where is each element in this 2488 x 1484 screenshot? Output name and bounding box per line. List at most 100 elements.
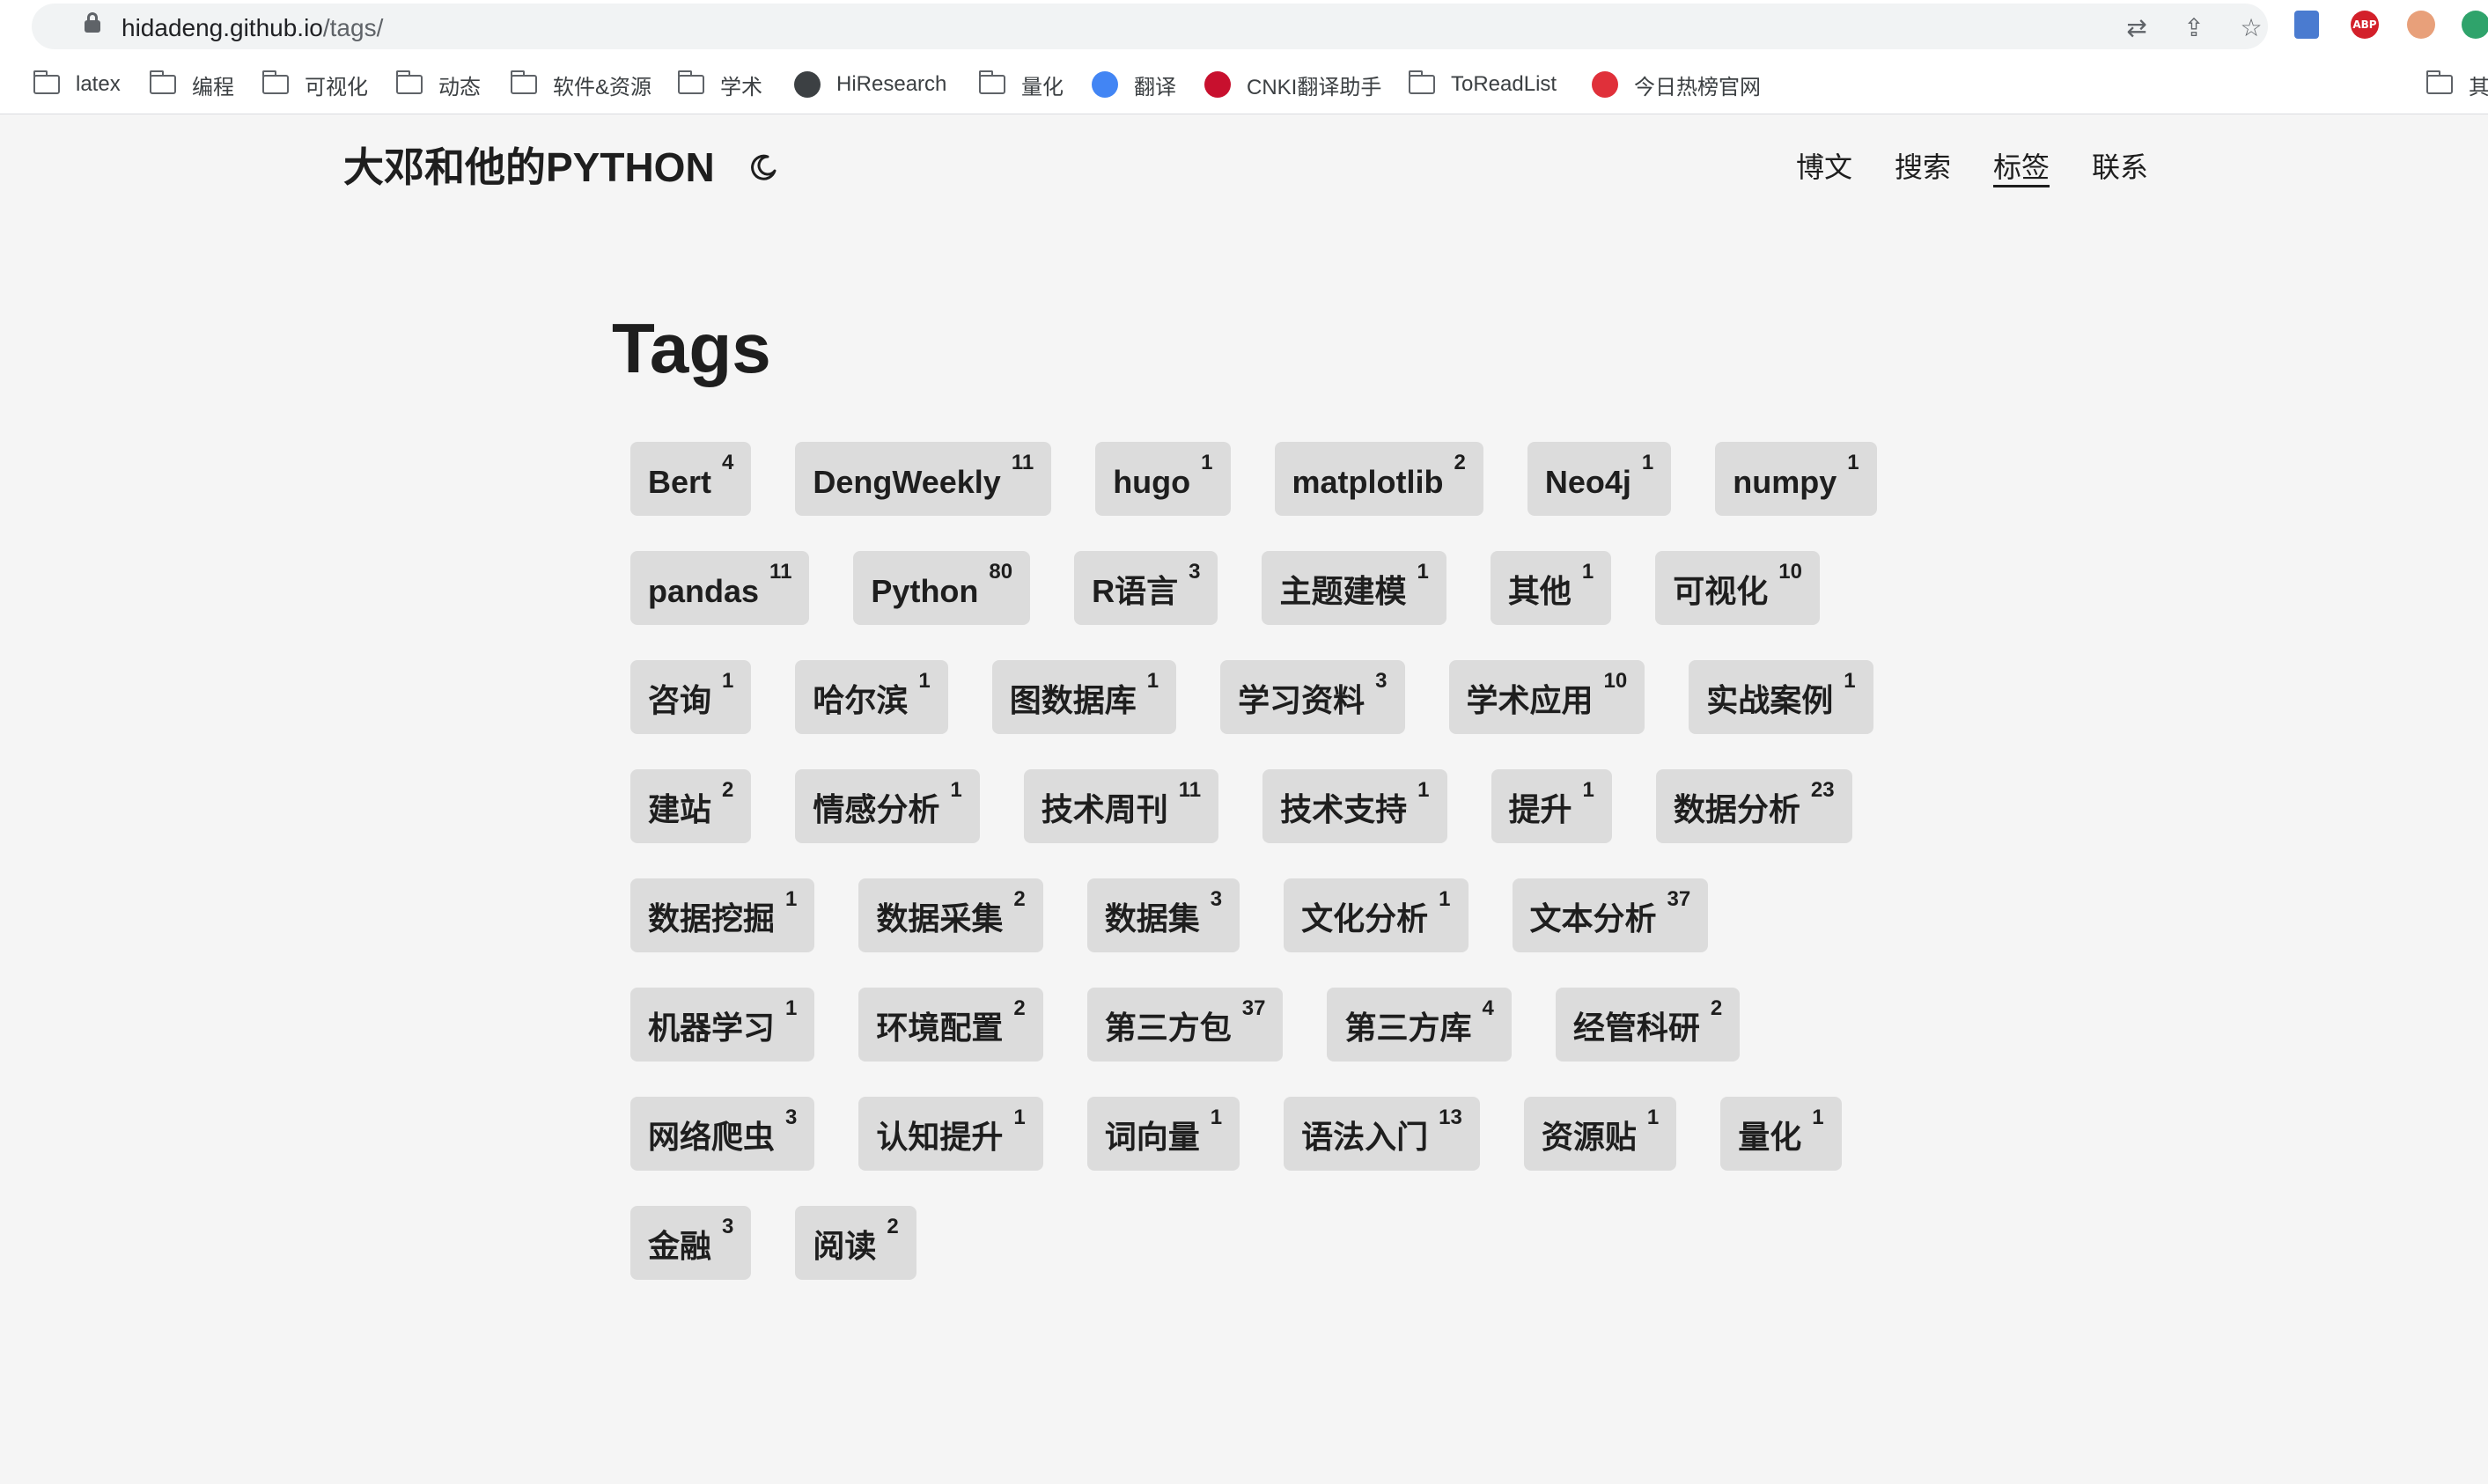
tag-name: 第三方库 <box>1344 1010 1472 1046</box>
tag-name: 可视化 <box>1673 573 1769 609</box>
share-icon[interactable]: ⇪ <box>2180 14 2208 42</box>
tag-name: 建站 <box>648 791 712 827</box>
browser-toolbar: hidadeng.github.io/tags/ ⇄ ⇪ ☆ ABP latex… <box>0 0 2488 114</box>
adblock-plus-icon[interactable]: ABP <box>2351 11 2379 39</box>
tag-count: 1 <box>785 996 798 1020</box>
rss-extension-icon[interactable] <box>2407 11 2435 39</box>
tag-item[interactable]: 图数据库 1 <box>991 660 1177 734</box>
url-text[interactable]: hidadeng.github.io/tags/ <box>121 14 383 42</box>
tag-item[interactable]: 数据采集 2 <box>858 878 1043 952</box>
tag-item[interactable]: DengWeekly 11 <box>795 442 1052 516</box>
globe-icon <box>794 71 821 98</box>
tag-item[interactable]: 语法入门 13 <box>1284 1097 1480 1171</box>
bookmark-item[interactable]: 学术 <box>677 69 762 100</box>
tag-item[interactable]: 情感分析 1 <box>795 769 980 843</box>
tag-item[interactable]: numpy 1 <box>1715 442 1877 516</box>
tag-item[interactable]: 学习资料 3 <box>1220 660 1405 734</box>
tag-name: 技术支持 <box>1280 791 1408 827</box>
tag-count: 11 <box>769 560 792 584</box>
tag-item[interactable]: 第三方库 4 <box>1327 988 1512 1062</box>
tag-item[interactable]: 网络爬虫 3 <box>630 1097 815 1171</box>
tag-item[interactable]: 阅读 2 <box>795 1206 916 1280</box>
site-header: 大邓和他的PYTHON 博文 搜索 标签 联系 <box>343 143 2148 192</box>
nav-link[interactable]: 搜索 <box>1895 150 1951 187</box>
tag-count: 2 <box>1013 887 1026 911</box>
tag-item[interactable]: 经管科研 2 <box>1555 988 1741 1062</box>
tag-item[interactable]: 认知提升 1 <box>858 1097 1043 1171</box>
tag-item[interactable]: 文化分析 1 <box>1284 878 1469 952</box>
bookmark-item[interactable]: 今日热榜官网 <box>1592 69 1761 100</box>
folder-icon <box>677 70 704 94</box>
nav-link[interactable]: 博文 <box>1796 150 1852 187</box>
tag-item[interactable]: hugo 1 <box>1095 442 1231 516</box>
tag-item[interactable]: 技术支持 1 <box>1262 769 1447 843</box>
tag-item[interactable]: 数据挖掘 1 <box>630 878 815 952</box>
tag-item[interactable]: 实战案例 1 <box>1689 660 1873 734</box>
tag-item[interactable]: 哈尔滨 1 <box>795 660 948 734</box>
bookmark-star-icon[interactable]: ☆ <box>2237 14 2265 42</box>
tag-item[interactable]: Bert 4 <box>630 442 752 516</box>
tag-name: matplotlib <box>1292 464 1444 500</box>
tag-item[interactable]: 资源贴 1 <box>1523 1097 1677 1171</box>
bookmark-item[interactable]: 动态 <box>395 69 481 100</box>
bookmark-item[interactable]: HiResearch <box>794 69 946 100</box>
bookmark-item[interactable]: 翻译 <box>1092 69 1176 100</box>
tag-item[interactable]: 技术周刊 11 <box>1023 769 1219 843</box>
site-title[interactable]: 大邓和他的PYTHON <box>343 143 715 192</box>
nav-link[interactable]: 标签 <box>1992 150 2050 187</box>
lock-icon[interactable] <box>85 12 100 33</box>
tag-item[interactable]: Neo4j 1 <box>1527 442 1672 516</box>
tag-count: 1 <box>1417 778 1430 802</box>
bookmark-item[interactable]: CNKI翻译助手 <box>1204 69 1381 100</box>
bookmark-label: 量化 <box>1021 75 1064 99</box>
bookmark-item[interactable]: 软件&资源 <box>510 69 651 100</box>
bookmark-item[interactable]: 可视化 <box>261 69 368 100</box>
tag-item[interactable]: Python 80 <box>853 551 1031 625</box>
tag-item[interactable]: R语言 3 <box>1074 551 1218 625</box>
address-bar[interactable]: hidadeng.github.io/tags/ ⇄ ⇪ ☆ <box>32 4 2268 49</box>
tag-item[interactable]: 可视化 10 <box>1655 551 1820 625</box>
tag-count: 37 <box>1667 887 1691 911</box>
tag-name: 咨询 <box>648 682 712 718</box>
tag-name: 网络爬虫 <box>648 1119 776 1155</box>
tag-item[interactable]: matplotlib 2 <box>1274 442 1483 516</box>
tag-item[interactable]: 建站 2 <box>630 769 752 843</box>
nav-link[interactable]: 联系 <box>2092 150 2148 187</box>
tag-name: 学术应用 <box>1466 682 1594 718</box>
tag-item[interactable]: 金融 3 <box>630 1206 752 1280</box>
tag-count: 1 <box>1641 451 1654 474</box>
bookmark-item[interactable]: 量化 <box>978 69 1064 100</box>
tag-item[interactable]: 提升 1 <box>1491 769 1612 843</box>
tag-name: 主题建模 <box>1279 573 1407 609</box>
cnki-icon <box>1204 71 1231 98</box>
bookmark-label: 可视化 <box>305 75 368 99</box>
tag-name: Bert <box>648 464 712 500</box>
tag-item[interactable]: 文本分析 37 <box>1512 878 1709 952</box>
tag-item[interactable]: 学术应用 10 <box>1448 660 1645 734</box>
tag-name: 图数据库 <box>1009 682 1137 718</box>
bookmark-item[interactable]: 编程 <box>149 69 234 100</box>
tag-item[interactable]: 主题建模 1 <box>1262 551 1446 625</box>
folder-icon <box>395 70 423 94</box>
tag-name: 资源贴 <box>1541 1119 1637 1155</box>
tag-item[interactable]: 数据集 3 <box>1086 878 1240 952</box>
bookmark-item[interactable]: latex <box>33 69 121 100</box>
tag-item[interactable]: 机器学习 1 <box>630 988 815 1062</box>
tag-item[interactable]: 词向量 1 <box>1086 1097 1240 1171</box>
moon-icon[interactable] <box>750 153 778 181</box>
bookmark-item[interactable]: 其 <box>2425 69 2488 100</box>
tag-item[interactable]: pandas 11 <box>630 551 810 625</box>
tag-item[interactable]: 第三方包 37 <box>1086 988 1284 1062</box>
tag-name: 哈尔滨 <box>813 682 909 718</box>
translate-page-icon[interactable]: ⇄ <box>2123 14 2151 42</box>
google-translate-icon <box>1092 71 1118 98</box>
tag-item[interactable]: 咨询 1 <box>630 660 752 734</box>
bookmark-item[interactable]: ToReadList <box>1408 69 1557 100</box>
docs-extension-icon[interactable] <box>2294 11 2319 39</box>
tag-item[interactable]: 量化 1 <box>1720 1097 1842 1171</box>
profile-extension-icon[interactable] <box>2462 11 2488 39</box>
tag-count: 1 <box>1582 778 1594 802</box>
tag-item[interactable]: 数据分析 23 <box>1655 769 1852 843</box>
tag-item[interactable]: 环境配置 2 <box>858 988 1043 1062</box>
tag-item[interactable]: 其他 1 <box>1490 551 1612 625</box>
